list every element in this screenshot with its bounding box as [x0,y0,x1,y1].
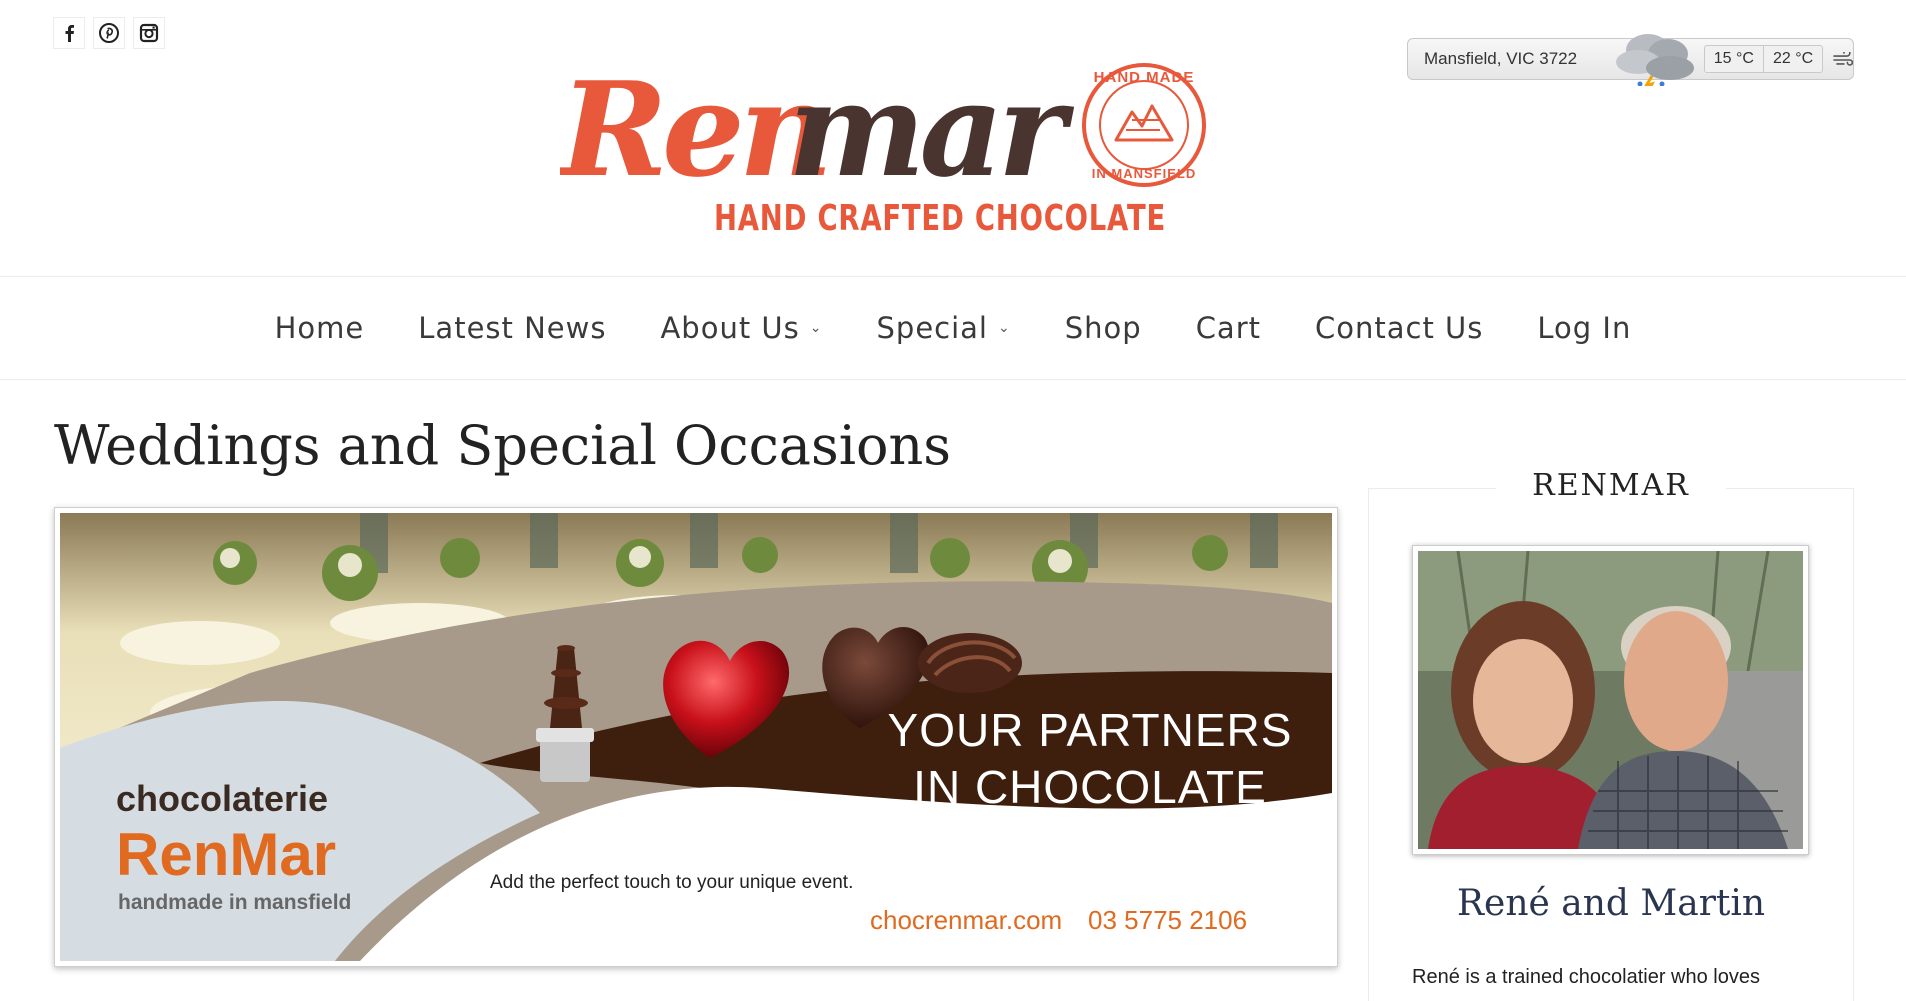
praline-chocolate [918,633,1022,693]
pinterest-link[interactable] [93,17,125,49]
chevron-down-icon: ⌄ [998,320,1011,336]
max-temp: 22 °C [1772,50,1814,67]
min-temp: 15 °C [1705,46,1764,72]
main-nav: Home Latest News About Us ⌄ Special ⌄ Shop… [0,276,1906,380]
nav-about-us[interactable]: About Us ⌄ [660,311,822,345]
banner-headline-line2: IN CHOCOLATE [913,761,1267,813]
owners-bio: René is a trained chocolatier who loves [1412,966,1760,988]
banner-brand-sub: handmade in mansfield [118,891,351,914]
owners-name: René and Martin [1456,883,1766,924]
nav-log-in[interactable]: Log In [1537,311,1631,345]
pinterest-icon [99,23,119,43]
wind-icon [1833,52,1853,66]
page-title: Weddings and Special Occasions [54,414,951,477]
facebook-link[interactable] [53,17,85,49]
site-logo[interactable]: Ren mar HAND MADE IN MANSFIELD HAND CRAF… [556,40,1240,245]
weather-widget[interactable]: Mansfield, VIC 3722 15 °C 22 °C [1407,34,1854,86]
banner-headline-line1: YOUR PARTNERS [888,704,1293,756]
nav-about-us-label: About Us [660,311,800,345]
instagram-link[interactable] [133,17,165,49]
nav-special-label: Special [876,311,988,345]
chevron-down-icon: ⌄ [809,320,823,336]
logo-tagline: HAND CRAFTED CHOCOLATE [714,198,1166,239]
handmade-stamp: HAND MADE IN MANSFIELD [1082,63,1206,187]
banner-tagline: Add the perfect touch to your unique eve… [490,872,853,893]
nav-contact-us-label: Contact Us [1315,311,1484,345]
nav-home[interactable]: Home [275,311,365,345]
owners-photo [1412,545,1809,855]
nav-latest-news[interactable]: Latest News [418,311,606,345]
wedding-banner: YOUR PARTNERS IN CHOCOLATE chocolaterie … [54,507,1338,967]
widget-title: RENMAR [1496,468,1726,503]
weather-temps: 15 °C 22 °C [1703,45,1824,73]
banner-brand-small: chocolaterie [116,778,328,819]
banner-website: chocrenmar.com [870,905,1062,935]
nav-log-in-label: Log In [1537,311,1632,345]
banner-brand-big: RenMar [116,821,336,888]
nav-special[interactable]: Special ⌄ [877,311,1011,345]
facebook-icon [65,25,74,42]
logo-mar-text: mar [788,53,1075,206]
nav-latest-news-label: Latest News [418,311,607,345]
social-links [53,17,165,49]
stamp-bottom-text: IN MANSFIELD [1092,166,1196,181]
nav-shop[interactable]: Shop [1065,311,1142,345]
nav-contact-us[interactable]: Contact Us [1315,311,1483,345]
nav-shop-label: Shop [1064,311,1142,345]
banner-phone: 03 5775 2106 [1088,905,1247,935]
nav-home-label: Home [274,311,365,345]
instagram-icon [139,23,159,43]
nav-cart[interactable]: Cart [1196,311,1261,345]
storm-cloud-icon [1608,34,1702,86]
stamp-top-text: HAND MADE [1094,69,1195,86]
nav-cart-label: Cart [1195,311,1262,345]
weather-location: Mansfield, VIC 3722 [1424,49,1578,68]
